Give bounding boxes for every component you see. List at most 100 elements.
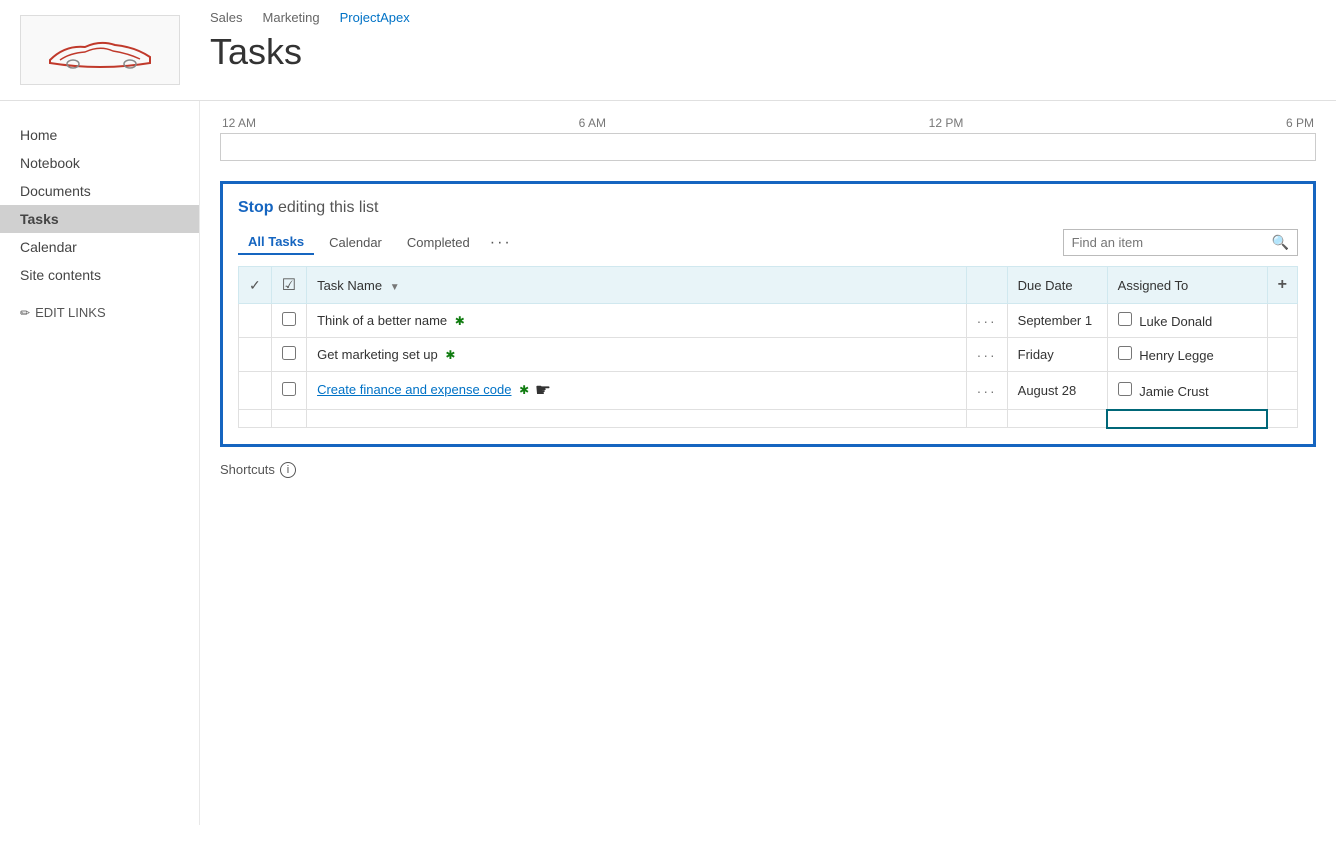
sidebar: Home Notebook Documents Tasks Calendar S… <box>0 101 200 825</box>
row1-gear-icon: ✱ <box>455 314 465 328</box>
header-assigned[interactable]: Assigned To <box>1107 267 1267 304</box>
header-add-col[interactable]: + <box>1267 267 1297 304</box>
row3-assigned-text: Jamie Crust <box>1139 384 1208 399</box>
sidebar-item-home[interactable]: Home <box>0 121 199 149</box>
row3-check-cell <box>239 372 272 410</box>
row2-duedate-text: Friday <box>1018 347 1054 362</box>
timeline-bar <box>220 133 1316 161</box>
tab-all-tasks[interactable]: All Tasks <box>238 230 314 255</box>
row3-more-options[interactable]: ··· <box>977 383 997 399</box>
logo-area <box>0 10 200 90</box>
sidebar-item-site-contents[interactable]: Site contents <box>0 261 199 289</box>
row1-assigned-checkbox[interactable] <box>1118 312 1132 326</box>
sidebar-item-tasks[interactable]: Tasks <box>0 205 199 233</box>
main-content: 12 AM 6 AM 12 PM 6 PM Stop editing this … <box>200 101 1336 825</box>
duedate-label: Due Date <box>1018 278 1073 293</box>
search-box: 🔍 <box>1063 229 1298 256</box>
row3-taskname-cell: Create finance and expense code ✱ ☛ <box>307 372 967 410</box>
row3-dots-cell: ··· <box>966 372 1007 410</box>
list-toolbar: All Tasks Calendar Completed ··· 🔍 <box>238 229 1298 256</box>
pencil-icon: ✏ <box>20 306 30 320</box>
row2-add-cell <box>1267 338 1297 372</box>
search-icon: 🔍 <box>1272 234 1289 250</box>
newrow-duedate-cell <box>1007 410 1107 428</box>
row3-assigned-checkbox[interactable] <box>1118 382 1132 396</box>
tab-calendar[interactable]: Calendar <box>319 231 392 254</box>
row2-gear-icon: ✱ <box>445 348 455 362</box>
timeline-labels: 12 AM 6 AM 12 PM 6 PM <box>220 116 1316 130</box>
tab-completed[interactable]: Completed <box>397 231 480 254</box>
search-input[interactable] <box>1064 231 1264 254</box>
nav-marketing[interactable]: Marketing <box>263 10 320 25</box>
row3-checkbox-cell <box>271 372 306 410</box>
row1-taskname-cell: Think of a better name ✱ <box>307 304 967 338</box>
row3-add-cell <box>1267 372 1297 410</box>
row2-checkbox-cell <box>271 338 306 372</box>
newrow-assigned-cell[interactable] <box>1107 410 1267 428</box>
timeline-label-12pm: 12 PM <box>929 116 964 130</box>
nav-sales[interactable]: Sales <box>210 10 243 25</box>
sidebar-item-calendar[interactable]: Calendar <box>0 233 199 261</box>
tasks-table: ✓ ☑ Task Name ▼ Due Date <box>238 266 1298 429</box>
header-checkbox-col: ☑ <box>271 267 306 304</box>
row2-check-cell <box>239 338 272 372</box>
row3-duedate-text: August 28 <box>1018 383 1077 398</box>
header-dots-col <box>966 267 1007 304</box>
row2-dots-cell: ··· <box>966 338 1007 372</box>
assigned-label: Assigned To <box>1118 278 1189 293</box>
newrow-taskname-cell <box>307 410 967 428</box>
timeline-label-6pm: 6 PM <box>1286 116 1314 130</box>
row2-taskname-cell: Get marketing set up ✱ <box>307 338 967 372</box>
row2-assigned-cell: Henry Legge <box>1107 338 1267 372</box>
site-logo <box>20 15 180 85</box>
cursor-pointer-icon: ☛ <box>535 380 551 401</box>
header-duedate[interactable]: Due Date <box>1007 267 1107 304</box>
nav-projectapex[interactable]: ProjectApex <box>340 10 410 25</box>
row1-add-cell <box>1267 304 1297 338</box>
row1-assigned-cell: Luke Donald <box>1107 304 1267 338</box>
row1-more-options[interactable]: ··· <box>977 313 997 329</box>
table-header-row: ✓ ☑ Task Name ▼ Due Date <box>239 267 1298 304</box>
newrow-checkbox-cell <box>271 410 306 428</box>
search-button[interactable]: 🔍 <box>1264 230 1297 255</box>
row1-select-checkbox[interactable] <box>282 312 296 326</box>
timeline-label-6am: 6 AM <box>579 116 606 130</box>
sidebar-item-documents[interactable]: Documents <box>0 177 199 205</box>
row3-select-checkbox[interactable] <box>282 382 296 396</box>
row2-taskname-text: Get marketing set up <box>317 347 438 362</box>
newrow-add-cell <box>1267 410 1297 428</box>
page-header: Sales Marketing ProjectApex Tasks <box>0 0 1336 101</box>
timeline-section: 12 AM 6 AM 12 PM 6 PM <box>220 116 1316 161</box>
row3-taskname-link[interactable]: Create finance and expense code <box>317 382 511 397</box>
header-navigation: Sales Marketing ProjectApex Tasks <box>200 10 410 73</box>
table-row: Create finance and expense code ✱ ☛ ··· … <box>239 372 1298 410</box>
row3-assigned-cell: Jamie Crust <box>1107 372 1267 410</box>
edit-links-label: EDIT LINKS <box>35 305 106 320</box>
shortcuts-info-icon[interactable]: i <box>280 462 296 478</box>
header-select-all-icon[interactable]: ☑ <box>282 277 296 294</box>
sidebar-item-notebook[interactable]: Notebook <box>0 149 199 177</box>
row1-taskname-text: Think of a better name <box>317 313 447 328</box>
timeline-label-12am: 12 AM <box>222 116 256 130</box>
shortcuts-label: Shortcuts <box>220 462 275 477</box>
task-list-container: Stop editing this list All Tasks Calenda… <box>220 181 1316 447</box>
more-views-button[interactable]: ··· <box>485 232 517 254</box>
page-title: Tasks <box>210 31 410 73</box>
header-taskname[interactable]: Task Name ▼ <box>307 267 967 304</box>
row2-more-options[interactable]: ··· <box>977 347 997 363</box>
sort-arrow-icon: ▼ <box>390 282 400 293</box>
stop-editing-button[interactable]: Stop <box>238 199 274 216</box>
newrow-dots-cell <box>966 410 1007 428</box>
new-task-row <box>239 410 1298 428</box>
row1-duedate-cell: September 1 <box>1007 304 1107 338</box>
row1-duedate-text: September 1 <box>1018 313 1092 328</box>
main-layout: Home Notebook Documents Tasks Calendar S… <box>0 101 1336 825</box>
edit-links-button[interactable]: ✏ EDIT LINKS <box>0 299 199 326</box>
header-check-col: ✓ <box>239 267 272 304</box>
row3-gear-icon: ✱ <box>519 383 529 397</box>
row1-check-cell <box>239 304 272 338</box>
add-column-icon[interactable]: + <box>1278 276 1287 293</box>
row2-select-checkbox[interactable] <box>282 346 296 360</box>
stop-editing-banner: Stop editing this list <box>238 199 1298 217</box>
row2-assigned-checkbox[interactable] <box>1118 346 1132 360</box>
